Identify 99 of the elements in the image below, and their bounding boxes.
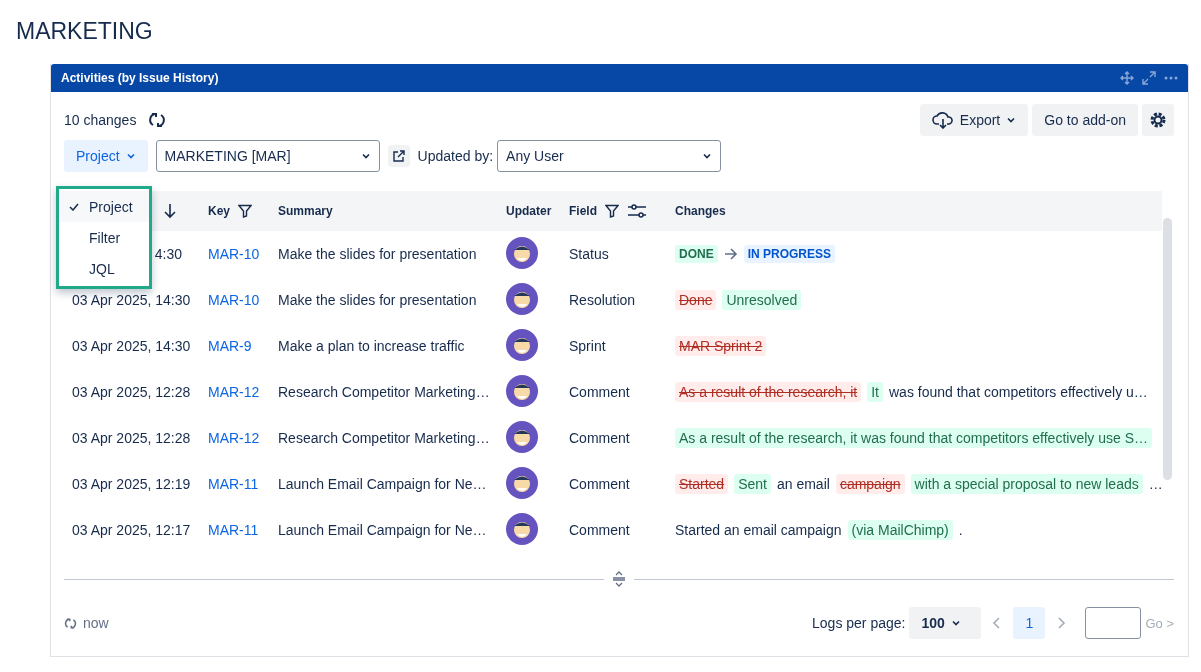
menu-item[interactable]: Filter: [89, 229, 121, 246]
issue-key-link[interactable]: MAR-11: [200, 522, 270, 538]
project-select[interactable]: MARKETING [MAR]: [155, 140, 380, 172]
summary-cell-text: Launch Email Campaign for Ne…: [277, 522, 488, 538]
removed-text: MAR Sprint 2: [675, 336, 767, 356]
avatar-icon: [506, 512, 538, 545]
avatar-icon: [506, 374, 538, 407]
logs-per-page-label: Logs per page:: [812, 615, 906, 631]
issue-key-link[interactable]: MAR-10: [200, 246, 270, 262]
menu-row[interactable]: Project: [59, 191, 149, 222]
menu-row[interactable]: JQL: [59, 253, 149, 284]
export-button[interactable]: Export: [919, 104, 1029, 136]
chevron-down-icon: [360, 151, 371, 161]
date-cell: 03 Apr 2025, 12:17: [72, 522, 191, 538]
summary-cell-text: Make the slides for presentation: [277, 292, 478, 308]
menu-row[interactable]: Filter: [59, 222, 149, 253]
added-text: with a special proposal to new leads: [910, 474, 1143, 494]
column-header: Updater: [506, 204, 552, 218]
settings-icon: [1148, 110, 1168, 130]
arrow-right-icon: [723, 248, 738, 260]
cloud-download-icon: [931, 111, 954, 129]
date-cell: 03 Apr 2025, 14:30: [72, 338, 191, 354]
status-lozenge: IN PROGRESS: [743, 245, 836, 263]
issue-key-link[interactable]: MAR-11: [200, 476, 270, 492]
field-cell-text: Comment: [568, 384, 631, 400]
avatar-icon: [506, 466, 538, 499]
field-cell-text: Comment: [568, 522, 631, 538]
issue-key-link[interactable]: MAR-12: [200, 430, 270, 446]
date-cell: 4:30: [154, 246, 182, 262]
per-page-select[interactable]: 100: [909, 607, 982, 639]
chevron-down-icon: [1006, 115, 1017, 125]
page-title: MARKETING: [16, 18, 154, 45]
field-cell-text: Sprint: [568, 338, 607, 354]
added-text: Unresolved: [722, 290, 802, 310]
date-cell: 03 Apr 2025, 12:19: [72, 476, 191, 492]
move-icon[interactable]: [1120, 71, 1134, 85]
summary-cell-text: Launch Email Campaign for Ne…: [277, 476, 488, 492]
avatar-icon: [506, 236, 538, 269]
source-dropdown[interactable]: Project: [64, 140, 148, 172]
removed-text: Started: [675, 474, 729, 494]
added-text: (via MailChimp): [847, 520, 953, 540]
change-text: an email: [776, 476, 830, 492]
avatar-icon: [506, 328, 538, 361]
filter-icon[interactable]: [238, 204, 252, 218]
go-to-addon-button[interactable]: Go to add-on: [1032, 104, 1138, 136]
resize-handle-icon[interactable]: [612, 571, 626, 587]
removed-text: As a result of the research, it: [675, 382, 862, 402]
chevron-down-icon: [125, 151, 136, 161]
removed-text: Done: [675, 290, 717, 310]
issue-key-link[interactable]: MAR-12: [200, 384, 270, 400]
summary-cell-text: Research Competitor Marketing…: [277, 430, 491, 446]
settings-button[interactable]: [1142, 104, 1174, 136]
changes-count: 10 changes: [64, 112, 137, 128]
avatar-icon: [506, 282, 538, 315]
chevron-down-icon: [950, 618, 961, 628]
menu-item[interactable]: JQL: [89, 260, 115, 277]
removed-text: campaign: [835, 474, 905, 494]
added-text: It: [867, 382, 883, 402]
change-text: …: [1148, 476, 1162, 492]
field-cell-text: Comment: [568, 476, 631, 492]
date-cell: 03 Apr 2025, 12:28: [72, 384, 191, 400]
updated-by-label: Updated by:: [417, 148, 494, 164]
column-header: Key: [208, 204, 230, 218]
date-cell: 03 Apr 2025, 12:28: [72, 430, 191, 446]
filter-icon[interactable]: [605, 204, 619, 218]
expand-icon[interactable]: [1142, 71, 1156, 85]
checkmark-icon: [69, 202, 79, 211]
page-number-input[interactable]: [1085, 607, 1142, 639]
status-lozenge: DONE: [675, 245, 718, 263]
avatar-icon: [506, 420, 538, 453]
date-cell: 03 Apr 2025, 14:30: [72, 292, 191, 308]
field-cell-text: Resolution: [568, 292, 637, 308]
summary-cell-text: Make the slides for presentation: [277, 246, 478, 262]
gadget-title: Activities (by Issue History): [61, 71, 220, 85]
change-text: was found that competitors effectively u…: [889, 384, 1148, 400]
summary-cell-text: Make a plan to increase traffic: [277, 338, 466, 354]
change-text: .: [958, 522, 963, 538]
issue-key-link[interactable]: MAR-10: [200, 292, 270, 308]
added-text: Sent: [734, 474, 771, 494]
open-link-button[interactable]: [387, 145, 410, 167]
external-link-icon: [392, 150, 405, 162]
field-cell-text: Comment: [568, 430, 631, 446]
column-header: Summary: [278, 204, 333, 218]
user-select[interactable]: Any User: [497, 140, 722, 172]
refreshed-time: now: [83, 615, 109, 631]
added-text: As a result of the research, it was found that competitors effectively use S…: [675, 428, 1152, 448]
field-cell-text: Status: [568, 246, 610, 262]
change-text: Started an email campaign: [675, 522, 842, 538]
column-header: Field: [569, 204, 597, 218]
column-header: Changes: [675, 204, 726, 218]
page-button[interactable]: 1: [1013, 607, 1046, 639]
issue-key-link[interactable]: MAR-9: [200, 338, 270, 354]
menu-item[interactable]: Project: [89, 198, 133, 215]
refresh-icon[interactable]: [148, 111, 167, 129]
scrollbar[interactable]: [1163, 218, 1172, 480]
summary-cell-text: Research Competitor Marketing…: [277, 384, 491, 400]
sort-arrow-icon[interactable]: [164, 203, 176, 219]
settings-sliders-icon[interactable]: [627, 204, 647, 218]
chevron-down-icon: [702, 151, 713, 161]
